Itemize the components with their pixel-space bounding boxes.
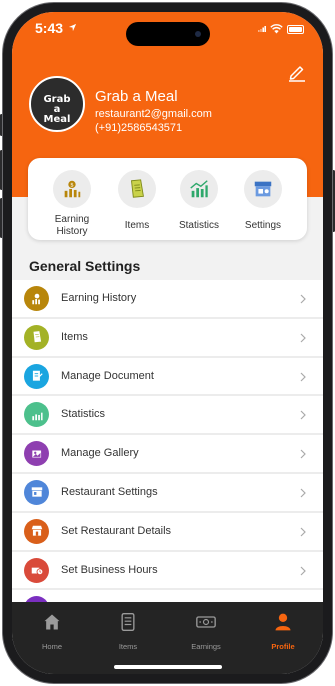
signal-icon — [258, 26, 266, 32]
chevron-right-icon — [300, 410, 306, 420]
quick-action-label: Settings — [244, 220, 282, 231]
tab-label: Profile — [271, 642, 295, 651]
chevron-right-icon — [300, 488, 306, 498]
chevron-right-icon — [300, 333, 306, 343]
store-icon — [24, 479, 49, 505]
chevron-right-icon — [300, 449, 306, 459]
settings-item-manage-gallery[interactable]: Manage Gallery — [12, 435, 323, 474]
app-screen: 5:43 Grab a Meal Grab a Meal restaurant2… — [12, 12, 323, 674]
tab-label: Items — [118, 642, 138, 651]
money-bag-icon: $ — [64, 180, 81, 198]
clock-icon — [24, 557, 49, 583]
quick-action-earning-history[interactable]: $ Earning History — [42, 170, 102, 238]
settings-item-earning-history[interactable]: Earning History — [12, 280, 323, 319]
home-indicator[interactable] — [114, 665, 222, 669]
settings-item-restaurant-settings[interactable]: Restaurant Settings — [12, 473, 323, 513]
quick-action-label: Items — [124, 220, 150, 231]
settings-item-items[interactable]: Items — [12, 318, 323, 358]
settings-item-set-restaurant-details[interactable]: Set Restaurant Details — [12, 512, 323, 552]
quick-action-icon-circle — [244, 170, 282, 208]
tab-earnings[interactable]: Earnings — [176, 612, 236, 651]
settings-item-label: Manage Gallery — [61, 447, 139, 460]
bar-chart-icon — [24, 402, 49, 428]
tab-items[interactable]: Items — [98, 612, 158, 651]
tab-home[interactable]: Home — [22, 612, 82, 651]
money-bag-icon — [24, 286, 49, 311]
tab-label: Earnings — [191, 642, 221, 651]
bottom-tab-bar: Home Items Earnings Profile — [12, 602, 323, 674]
note-icon — [24, 324, 49, 350]
quick-action-items[interactable]: Items — [107, 170, 167, 232]
home-icon — [44, 614, 60, 630]
battery-icon — [287, 25, 304, 34]
bar-chart-icon — [190, 180, 208, 198]
settings-item-statistics[interactable]: Statistics — [12, 396, 323, 436]
note-icon — [130, 179, 144, 198]
document-icon — [24, 363, 49, 389]
restaurant-phone: (+91)2586543571 — [95, 122, 183, 134]
person-icon — [275, 613, 291, 631]
quick-action-label: Earning History — [54, 214, 90, 237]
store-icon — [254, 181, 272, 197]
restaurant-logo: Grab a Meal — [29, 76, 85, 132]
list-icon — [121, 613, 135, 631]
settings-item-label: Set Business Hours — [61, 563, 158, 576]
quick-action-icon-circle: $ — [53, 170, 91, 208]
quick-action-settings[interactable]: Settings — [233, 170, 293, 232]
chevron-right-icon — [300, 372, 306, 382]
quick-action-icon-circle — [180, 170, 218, 208]
edit-pencil-icon[interactable] — [287, 62, 307, 82]
section-title: General Settings — [29, 258, 141, 274]
restaurant-email: restaurant2@gmail.com — [95, 108, 212, 120]
restaurant-name: Grab a Meal — [95, 88, 178, 105]
quick-action-statistics[interactable]: Statistics — [169, 170, 229, 232]
storefront-icon — [24, 518, 49, 544]
chevron-right-icon — [300, 294, 306, 304]
status-bar: 5:43 — [12, 12, 323, 46]
chevron-right-icon — [300, 527, 306, 537]
settings-item-label: Items — [61, 330, 88, 343]
wifi-icon — [270, 24, 283, 34]
phone-device: 5:43 Grab a Meal Grab a Meal restaurant2… — [0, 0, 335, 686]
tab-label: Home — [41, 642, 62, 651]
status-time: 5:43 — [35, 20, 64, 36]
settings-item-label: Earning History — [61, 292, 137, 304]
quick-actions-card: $ Earning History Items Statistics Setti… — [28, 158, 307, 240]
quick-action-icon-circle — [118, 170, 156, 208]
settings-item-label: Restaurant Settings — [61, 485, 158, 498]
logo-text: Grab a Meal — [43, 94, 71, 125]
settings-item-label: Manage Document — [61, 369, 154, 382]
chevron-right-icon — [300, 566, 306, 576]
front-camera — [186, 22, 210, 46]
settings-list: Earning History Items Manage Document St… — [12, 280, 323, 630]
tab-profile[interactable]: Profile — [253, 612, 313, 651]
settings-item-label: Set Restaurant Details — [61, 524, 172, 537]
gallery-icon — [24, 441, 49, 467]
cash-icon — [196, 616, 216, 628]
settings-item-label: Statistics — [61, 408, 106, 421]
svg-text:$: $ — [70, 183, 74, 189]
location-arrow-icon — [68, 23, 77, 32]
settings-item-manage-document[interactable]: Manage Document — [12, 357, 323, 397]
settings-item-set-business-hours[interactable]: Set Business Hours — [12, 551, 323, 591]
quick-action-label: Statistics — [178, 220, 219, 231]
